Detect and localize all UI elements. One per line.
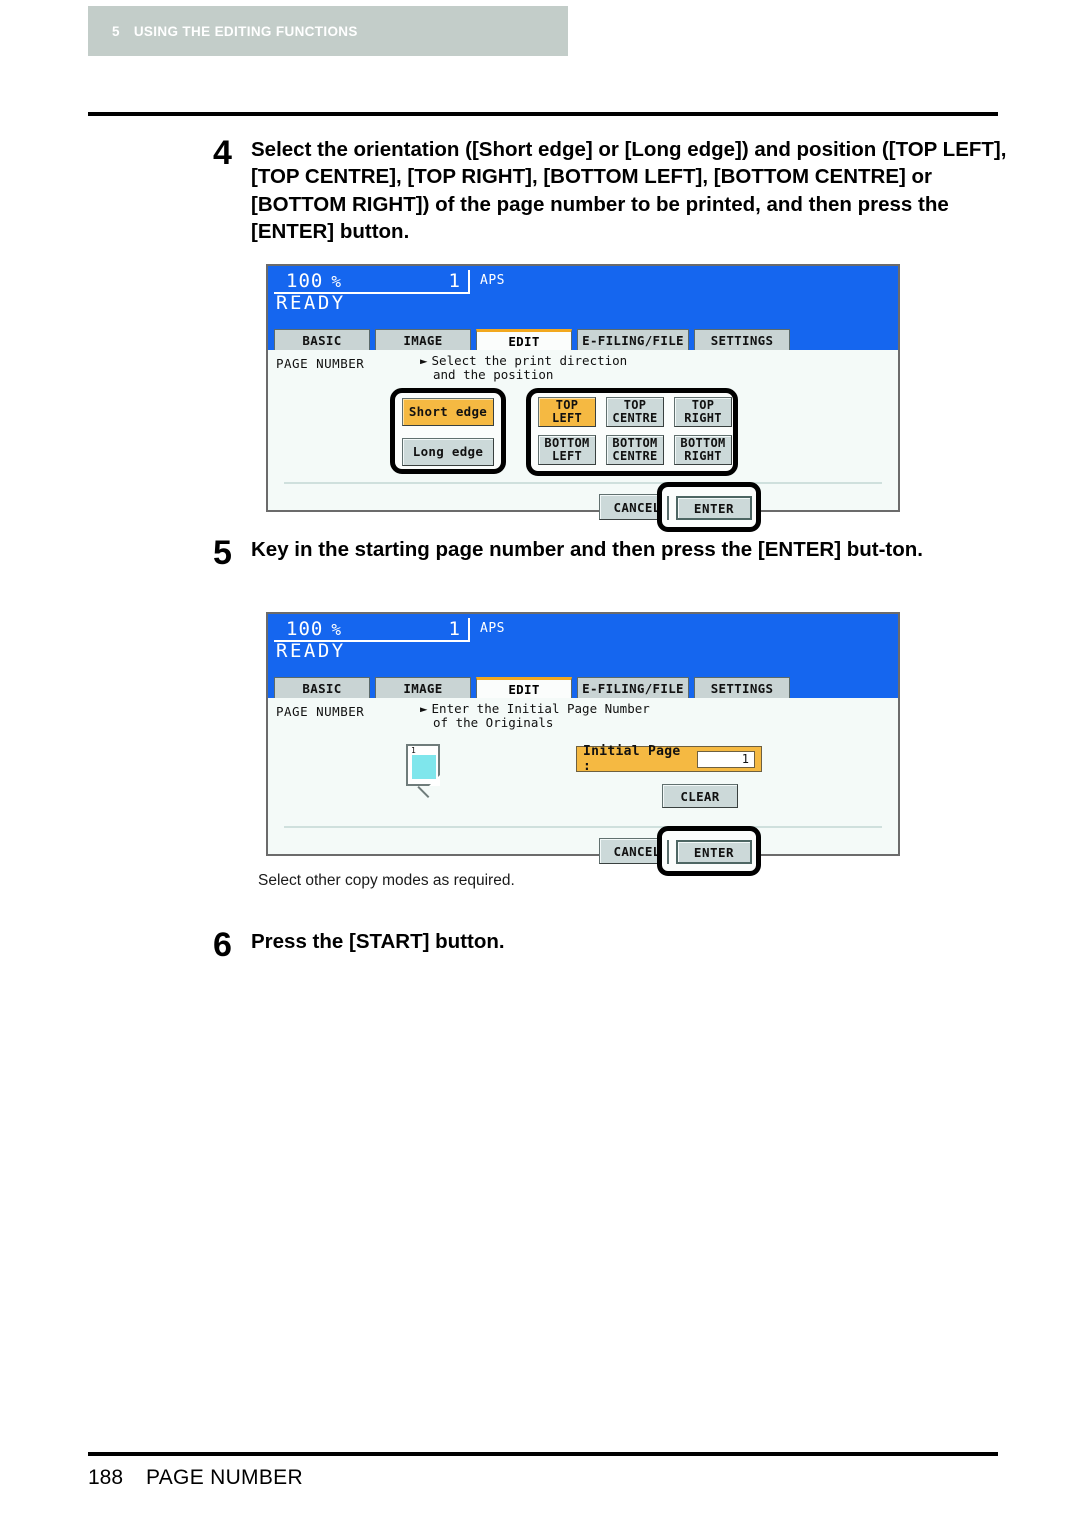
step-4-number: 4 bbox=[213, 134, 232, 172]
step-6: 6 Press the [START] button. bbox=[213, 928, 813, 962]
button-clear[interactable]: CLEAR bbox=[662, 784, 738, 808]
lcd-body-2: PAGE NUMBER ► Enter the Initial Page Numb… bbox=[268, 698, 898, 876]
tab-basic-2[interactable]: BASIC bbox=[274, 677, 370, 698]
tab-image-1[interactable]: IMAGE bbox=[375, 329, 471, 350]
button-top-left[interactable]: TOP LEFT bbox=[538, 397, 596, 427]
tab-efiling-file-2[interactable]: E-FILING/FILE bbox=[577, 677, 689, 698]
zoom-unit-2: % bbox=[331, 619, 341, 639]
button-enter-1[interactable]: ENTER bbox=[676, 496, 752, 520]
button-cancel-1-label: CANCEL bbox=[613, 499, 661, 515]
tab-settings-2[interactable]: SETTINGS bbox=[694, 677, 790, 698]
lcd-body-1: PAGE NUMBER ► Select the print direction … bbox=[268, 350, 898, 532]
button-long-edge-label: Long edge bbox=[412, 444, 484, 460]
ready-status-2: READY bbox=[276, 640, 346, 662]
button-bottom-right[interactable]: BOTTOM RIGHT bbox=[674, 435, 732, 465]
button-top-right[interactable]: TOP RIGHT bbox=[674, 397, 732, 427]
button-short-edge[interactable]: Short edge bbox=[402, 398, 494, 426]
footer-separator-2 bbox=[284, 826, 882, 828]
instruction-arrow-icon-2: ► bbox=[420, 701, 428, 716]
enter-divider-2 bbox=[667, 840, 669, 864]
initial-page-field[interactable]: Initial Page : 1 bbox=[576, 744, 762, 774]
paper-mode-label-2: APS bbox=[480, 621, 505, 636]
page-thumbnail-icon: 1 bbox=[406, 744, 440, 799]
zoom-unit-1: % bbox=[331, 271, 341, 291]
tab-image-2[interactable]: IMAGE bbox=[375, 677, 471, 698]
copy-count-2: 1 bbox=[448, 618, 460, 640]
button-bottom-left[interactable]: BOTTOM LEFT bbox=[538, 435, 596, 465]
lcd-panel-orientation[interactable]: 100 % 1 APS READY BASIC IMAGE EDIT E-FIL… bbox=[266, 264, 900, 532]
zoom-ratio-box-1: 100 % 1 bbox=[274, 270, 470, 294]
top-divider-rule bbox=[88, 112, 998, 116]
lcd-status-bar-1: 100 % 1 APS READY bbox=[268, 266, 898, 328]
footer-section-title: PAGE NUMBER bbox=[146, 1466, 303, 1489]
instruction-arrow-icon-1: ► bbox=[420, 353, 428, 368]
instruction-1: ► Select the print direction and the posi… bbox=[420, 354, 627, 382]
button-long-edge[interactable]: Long edge bbox=[402, 438, 494, 466]
paper-mode-label-1: APS bbox=[480, 273, 505, 288]
page-footer: 188 PAGE NUMBER bbox=[88, 1466, 303, 1490]
footer-page-number: 188 bbox=[88, 1466, 124, 1489]
step-5: 5 Key in the starting page number and th… bbox=[213, 536, 1003, 570]
step-4-text: Select the orientation ([Short edge] or … bbox=[251, 138, 1007, 243]
initial-page-input[interactable]: 1 bbox=[697, 750, 755, 768]
initial-page-label: Initial Page : bbox=[583, 744, 681, 774]
button-bottom-centre[interactable]: BOTTOM CENTRE bbox=[606, 435, 664, 465]
tab-edit-1[interactable]: EDIT bbox=[476, 329, 572, 350]
button-enter-2[interactable]: ENTER bbox=[676, 840, 752, 864]
tab-bar-2[interactable]: BASIC IMAGE EDIT E-FILING/FILE SETTINGS bbox=[268, 676, 898, 698]
tab-efiling-file-1[interactable]: E-FILING/FILE bbox=[577, 329, 689, 350]
button-enter-2-label: ENTER bbox=[693, 844, 735, 860]
button-top-centre[interactable]: TOP CENTRE bbox=[606, 397, 664, 427]
tab-bar-1[interactable]: BASIC IMAGE EDIT E-FILING/FILE SETTINGS bbox=[268, 328, 898, 350]
button-top-centre-line2: CENTRE bbox=[612, 411, 658, 425]
zoom-value-1: 100 bbox=[286, 270, 324, 292]
step-5-text: Key in the starting page number and then… bbox=[251, 538, 923, 561]
instruction-line2-2: of the Originals bbox=[433, 715, 554, 730]
button-top-right-line2: RIGHT bbox=[684, 411, 722, 425]
bottom-divider-rule bbox=[88, 1452, 998, 1456]
enter-button-callout-2: ENTER bbox=[657, 826, 761, 876]
ready-status-1: READY bbox=[276, 292, 346, 314]
step-6-text: Press the [START] button. bbox=[251, 930, 505, 953]
copy-count-1: 1 bbox=[448, 270, 460, 292]
note-text: Select other copy modes as required. bbox=[258, 872, 515, 889]
button-bottom-right-line2: RIGHT bbox=[684, 449, 722, 463]
chapter-number: 5 bbox=[112, 23, 120, 39]
footer-separator-1 bbox=[284, 482, 882, 484]
lcd-panel-initial-page[interactable]: 100 % 1 APS READY BASIC IMAGE EDIT E-FIL… bbox=[266, 612, 900, 876]
function-name-2: PAGE NUMBER bbox=[276, 704, 365, 719]
instruction-2: ► Enter the Initial Page Number of the Or… bbox=[420, 702, 650, 730]
button-enter-1-label: ENTER bbox=[693, 500, 735, 516]
lcd-status-bar-2: 100 % 1 APS READY bbox=[268, 614, 898, 676]
instruction-line1-2: Enter the Initial Page Number bbox=[431, 701, 650, 716]
enter-button-callout-1: ENTER bbox=[657, 482, 761, 532]
function-name-1: PAGE NUMBER bbox=[276, 356, 365, 371]
tab-basic-1[interactable]: BASIC bbox=[274, 329, 370, 350]
tab-settings-1[interactable]: SETTINGS bbox=[694, 329, 790, 350]
chapter-title: USING THE EDITING FUNCTIONS bbox=[133, 23, 358, 39]
chapter-header: 5 USING THE EDITING FUNCTIONS bbox=[88, 6, 568, 56]
step-5-number: 5 bbox=[213, 534, 232, 572]
button-top-left-line2: LEFT bbox=[551, 411, 583, 425]
button-clear-label: CLEAR bbox=[680, 788, 720, 804]
button-bottom-left-line2: LEFT bbox=[551, 449, 583, 463]
step-4: 4 Select the orientation ([Short edge] o… bbox=[213, 136, 1013, 245]
step-6-number: 6 bbox=[213, 926, 232, 964]
instruction-line2-1: and the position bbox=[433, 367, 554, 382]
button-cancel-2-label: CANCEL bbox=[613, 843, 661, 859]
tab-edit-2[interactable]: EDIT bbox=[476, 677, 572, 698]
page-thumbnail-number: 1 bbox=[411, 746, 416, 755]
button-short-edge-label: Short edge bbox=[408, 404, 488, 420]
button-bottom-centre-line2: CENTRE bbox=[612, 449, 658, 463]
enter-divider-1 bbox=[667, 496, 669, 520]
zoom-ratio-box-2: 100 % 1 bbox=[274, 618, 470, 642]
instruction-line1-1: Select the print direction bbox=[431, 353, 628, 368]
zoom-value-2: 100 bbox=[286, 618, 324, 640]
